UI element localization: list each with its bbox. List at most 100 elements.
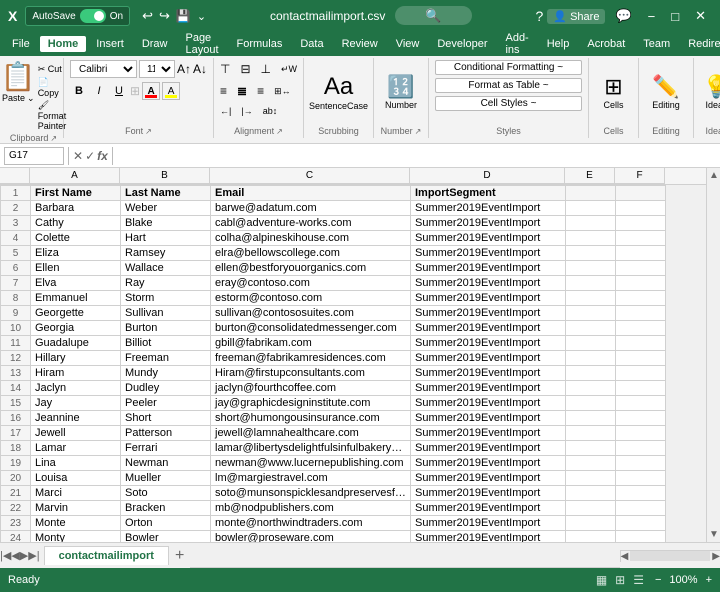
cell-16-A[interactable]: Jeannine xyxy=(31,411,121,426)
cell-2-D[interactable]: Summer2019EventImport xyxy=(411,201,566,216)
cell-13-A[interactable]: Hiram xyxy=(31,366,121,381)
cell-6-C[interactable]: ellen@bestforyouorganics.com xyxy=(211,261,411,276)
cell-12-F[interactable] xyxy=(616,351,666,366)
cell-7-F[interactable] xyxy=(616,276,666,291)
sentence-case-button[interactable]: Aa SentenceCase xyxy=(309,73,368,111)
cell-12-D[interactable]: Summer2019EventImport xyxy=(411,351,566,366)
confirm-formula-icon[interactable]: ✓ xyxy=(85,149,95,163)
autosave-badge[interactable]: AutoSave On xyxy=(25,6,130,26)
menu-help[interactable]: Help xyxy=(539,36,578,52)
wrap-text-button[interactable]: ↵W xyxy=(277,60,301,78)
cell-11-F[interactable] xyxy=(616,336,666,351)
increase-font-button[interactable]: A↑ xyxy=(177,62,191,76)
cell-styles-button[interactable]: Cell Styles ~ xyxy=(435,96,582,111)
cell-3-E[interactable] xyxy=(566,216,616,231)
cell-13-F[interactable] xyxy=(616,366,666,381)
hscroll-right-button[interactable]: ▶ xyxy=(712,551,720,562)
align-right-button[interactable]: ≡ xyxy=(253,82,268,100)
menu-developer[interactable]: Developer xyxy=(429,36,495,52)
cell-13-D[interactable]: Summer2019EventImport xyxy=(411,366,566,381)
row-number[interactable]: 24 xyxy=(1,531,31,543)
cell-19-C[interactable]: newman@www.lucernepublishing.com xyxy=(211,456,411,471)
cell-1-C[interactable]: Email xyxy=(211,186,411,201)
cell-11-E[interactable] xyxy=(566,336,616,351)
share-icon[interactable]: 👤 Share xyxy=(547,9,605,24)
menu-file[interactable]: File xyxy=(4,36,38,52)
cell-20-A[interactable]: Louisa xyxy=(31,471,121,486)
cell-22-B[interactable]: Bracken xyxy=(121,501,211,516)
menu-review[interactable]: Review xyxy=(334,36,386,52)
cell-20-F[interactable] xyxy=(616,471,666,486)
cell-11-D[interactable]: Summer2019EventImport xyxy=(411,336,566,351)
cell-17-F[interactable] xyxy=(616,426,666,441)
row-number[interactable]: 8 xyxy=(1,291,31,306)
row-number[interactable]: 1 xyxy=(1,186,31,201)
cell-18-D[interactable]: Summer2019EventImport xyxy=(411,441,566,456)
paste-button[interactable]: 📋 Paste ⌄ xyxy=(1,60,36,104)
cell-14-E[interactable] xyxy=(566,381,616,396)
scroll-down-icon[interactable]: ▼ xyxy=(707,527,720,542)
border-icon[interactable]: ⊞ xyxy=(130,84,140,98)
cell-16-B[interactable]: Short xyxy=(121,411,211,426)
cell-7-C[interactable]: eray@contoso.com xyxy=(211,276,411,291)
alignment-expander-icon[interactable]: ↗ xyxy=(276,127,283,136)
cell-4-E[interactable] xyxy=(566,231,616,246)
add-sheet-button[interactable]: + xyxy=(169,547,190,565)
row-number[interactable]: 5 xyxy=(1,246,31,261)
cell-5-F[interactable] xyxy=(616,246,666,261)
cell-9-E[interactable] xyxy=(566,306,616,321)
page-break-button[interactable]: ☰ xyxy=(630,572,647,588)
cell-10-F[interactable] xyxy=(616,321,666,336)
cell-4-C[interactable]: colha@alpineskihouse.com xyxy=(211,231,411,246)
cell-5-C[interactable]: elra@bellowscollege.com xyxy=(211,246,411,261)
cell-8-F[interactable] xyxy=(616,291,666,306)
cell-5-A[interactable]: Eliza xyxy=(31,246,121,261)
menu-data[interactable]: Data xyxy=(292,36,331,52)
cell-24-D[interactable]: Summer2019EventImport xyxy=(411,531,566,543)
cell-2-B[interactable]: Weber xyxy=(121,201,211,216)
row-number[interactable]: 10 xyxy=(1,321,31,336)
align-left-button[interactable]: ≡ xyxy=(216,82,231,100)
scroll-up-icon[interactable]: ▲ xyxy=(707,168,720,183)
cell-4-F[interactable] xyxy=(616,231,666,246)
align-bottom-button[interactable]: ⊥ xyxy=(257,60,275,78)
cell-4-A[interactable]: Colette xyxy=(31,231,121,246)
text-direction-button[interactable]: ab↕ xyxy=(259,104,282,118)
vertical-scrollbar[interactable]: ▲ ▼ xyxy=(706,168,720,542)
tab-scroll-next-button[interactable]: ▶ xyxy=(20,549,28,562)
cell-22-C[interactable]: mb@nodpublishers.com xyxy=(211,501,411,516)
close-button[interactable]: ✕ xyxy=(689,6,712,26)
cell-10-C[interactable]: burton@consolidatedmessenger.com xyxy=(211,321,411,336)
cell-8-E[interactable] xyxy=(566,291,616,306)
cell-22-D[interactable]: Summer2019EventImport xyxy=(411,501,566,516)
cells-button[interactable]: ⊞ Cells xyxy=(603,74,623,110)
cell-19-B[interactable]: Newman xyxy=(121,456,211,471)
clipboard-expander-icon[interactable]: ↗ xyxy=(50,134,57,143)
cell-6-F[interactable] xyxy=(616,261,666,276)
menu-redirect[interactable]: Redirect... xyxy=(680,36,720,52)
cell-9-C[interactable]: sullivan@contososuites.com xyxy=(211,306,411,321)
cell-12-B[interactable]: Freeman xyxy=(121,351,211,366)
cell-9-D[interactable]: Summer2019EventImport xyxy=(411,306,566,321)
page-layout-button[interactable]: ⊞ xyxy=(612,572,628,588)
cell-3-B[interactable]: Blake xyxy=(121,216,211,231)
cell-2-E[interactable] xyxy=(566,201,616,216)
cell-13-C[interactable]: Hiram@firstupconsultants.com xyxy=(211,366,411,381)
comments-button[interactable]: 💬 xyxy=(609,6,637,26)
cell-20-B[interactable]: Mueller xyxy=(121,471,211,486)
cell-18-C[interactable]: lamar@libertysdelightfulsinfulbakeryandc… xyxy=(211,441,411,456)
cell-8-C[interactable]: estorm@contoso.com xyxy=(211,291,411,306)
cell-22-F[interactable] xyxy=(616,501,666,516)
menu-draw[interactable]: Draw xyxy=(134,36,176,52)
cell-17-B[interactable]: Patterson xyxy=(121,426,211,441)
cell-15-D[interactable]: Summer2019EventImport xyxy=(411,396,566,411)
editing-button[interactable]: ✏️ Editing xyxy=(652,74,680,110)
cell-19-F[interactable] xyxy=(616,456,666,471)
row-number[interactable]: 21 xyxy=(1,486,31,501)
row-number[interactable]: 2 xyxy=(1,201,31,216)
cell-21-E[interactable] xyxy=(566,486,616,501)
cell-10-E[interactable] xyxy=(566,321,616,336)
cell-11-C[interactable]: gbill@fabrikam.com xyxy=(211,336,411,351)
cell-12-A[interactable]: Hillary xyxy=(31,351,121,366)
font-expander-icon[interactable]: ↗ xyxy=(145,127,152,136)
